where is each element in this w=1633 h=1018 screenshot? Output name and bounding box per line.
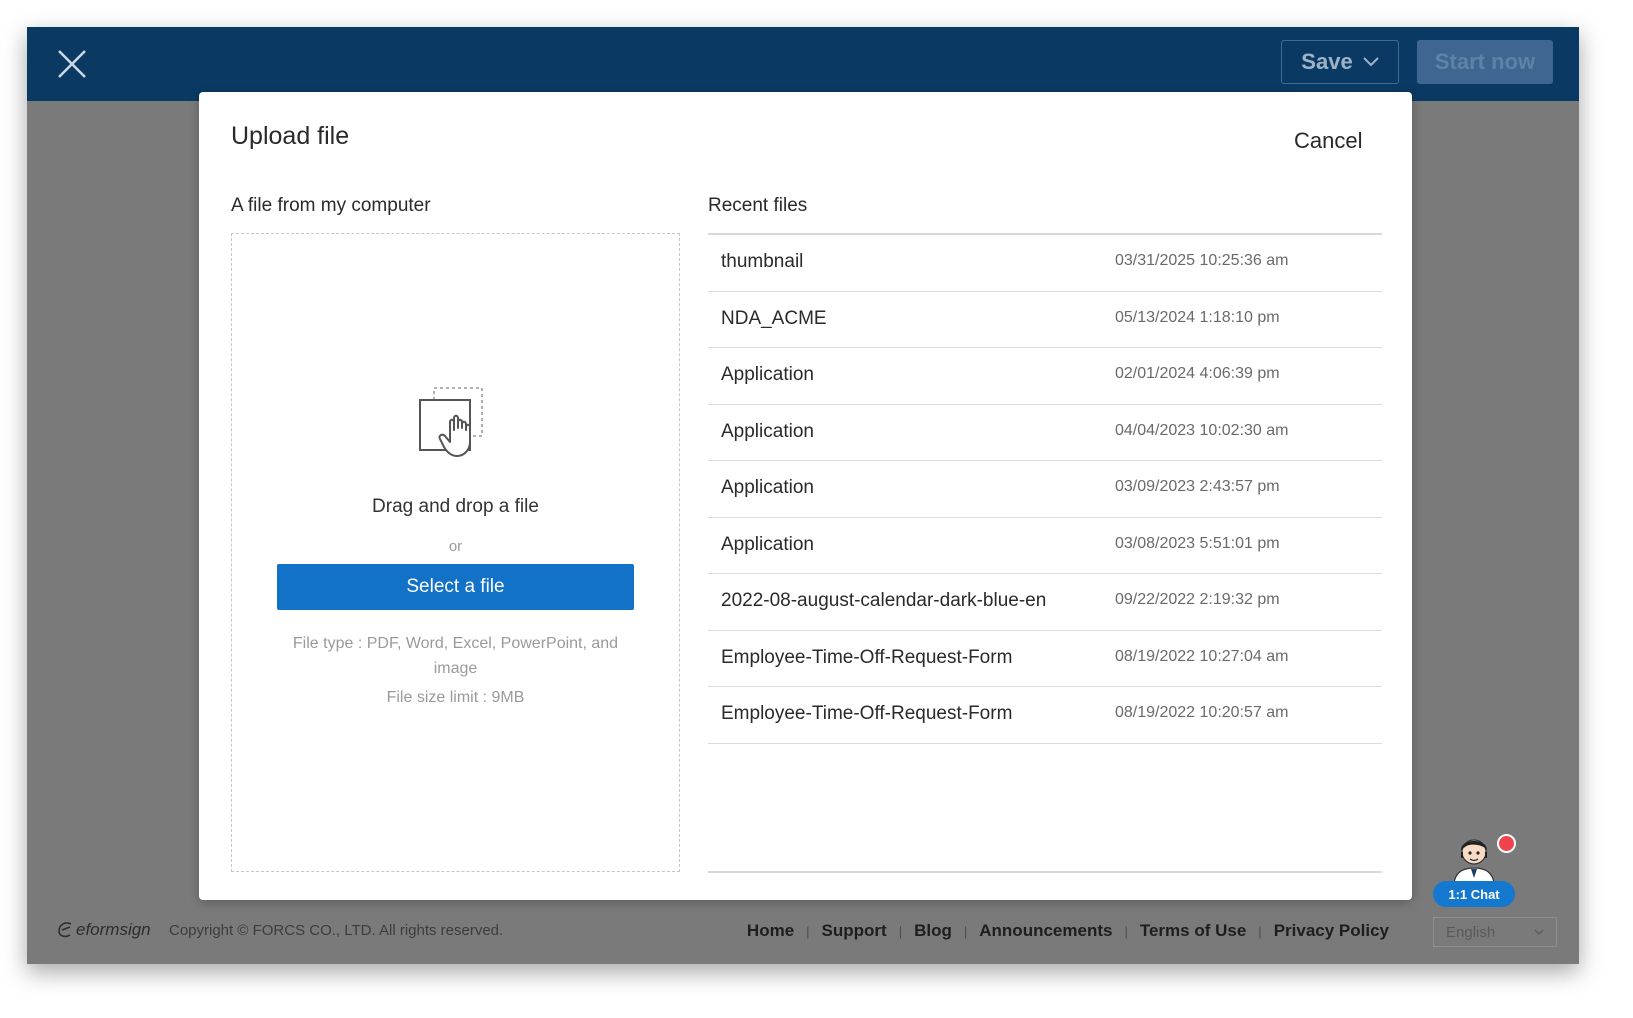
footer-separator: | [963,923,968,939]
save-button-label: Save [1301,49,1353,74]
recent-file-date: 03/09/2023 2:43:57 pm [1115,478,1280,495]
recent-file-name: Employee-Time-Off-Request-Form [721,703,1013,724]
recent-file-name: Application [721,477,814,498]
footer-separator: | [1124,923,1128,939]
file-dropzone[interactable]: Drag and drop a file or Select a file Fi… [231,233,680,872]
recent-file-date: 03/31/2025 10:25:36 am [1115,252,1289,269]
footer-link-announcements[interactable]: Announcements [979,921,1112,941]
footer-separator: | [806,923,810,939]
recent-file-name: NDA_ACME [721,307,827,329]
recent-files-list: thumbnail 03/31/2025 10:25:36 am NDA_ACM… [708,233,1382,873]
recent-file-name: Application [721,364,814,385]
recent-file-date: 03/08/2023 5:51:01 pm [1115,534,1280,552]
recent-file-date: 04/04/2023 10:02:30 am [1115,421,1289,439]
recent-file-row[interactable]: Application 02/01/2024 4:06:39 pm [708,348,1382,405]
footer-separator: | [898,923,903,939]
footer-link-terms[interactable]: Terms of Use [1140,921,1246,941]
footer-logo: eformsign [57,920,151,940]
start-now-button[interactable]: Start now [1417,40,1553,84]
chat-notification-dot [1497,834,1516,853]
recent-file-row[interactable]: Employee-Time-Off-Request-Form 08/19/202… [708,687,1382,744]
drag-drop-text: Drag and drop a file [372,496,539,517]
footer-link-support[interactable]: Support [822,921,887,941]
recent-file-name: Application [721,420,814,442]
recent-file-name: thumbnail [721,251,804,272]
top-bar: Save Start now [27,27,1579,101]
drag-drop-hand-icon [419,387,483,457]
footer-separator: | [1258,923,1262,939]
local-file-heading: A file from my computer [231,195,431,216]
footer-links: Home | Support | Blog | Announcements | … [747,921,1389,941]
recent-file-row[interactable]: NDA_ACME 05/13/2024 1:18:10 pm [708,292,1382,348]
recent-files-heading: Recent files [708,195,808,216]
footer-logo-text: eformsign [76,920,151,939]
recent-file-name: 2022-08-august-calendar-dark-blue-en [721,590,1047,611]
file-type-hint: File type : PDF, Word, Excel, PowerPoint… [292,635,619,677]
file-size-hint: File size limit : 9MB [386,689,525,706]
start-now-label: Start now [1434,49,1536,74]
save-button[interactable]: Save [1281,40,1399,84]
cancel-button[interactable]: Cancel [1294,128,1362,154]
chat-agent-avatar-icon [1453,839,1495,884]
chevron-down-icon [1362,57,1379,67]
recent-file-date: 05/13/2024 1:18:10 pm [1115,308,1280,326]
recent-file-row[interactable]: 2022-08-august-calendar-dark-blue-en 09/… [708,574,1382,631]
recent-file-date: 02/01/2024 4:06:39 pm [1115,365,1280,382]
chat-label: 1:1 Chat [1433,881,1515,907]
footer-link-blog[interactable]: Blog [914,921,952,941]
select-file-button[interactable]: Select a file [277,564,634,610]
upload-file-dialog: Upload file Cancel A file from my comput… [199,92,1412,900]
eformsign-logo-icon [58,922,72,938]
recent-file-date: 08/19/2022 10:20:57 am [1115,704,1289,721]
chat-widget[interactable]: 1:1 Chat [1433,832,1523,922]
recent-file-date: 09/22/2022 2:19:32 pm [1115,591,1280,608]
recent-file-name: Application [721,533,814,555]
footer-link-privacy[interactable]: Privacy Policy [1274,921,1389,941]
footer-link-home[interactable]: Home [747,921,794,941]
recent-file-row[interactable]: Application 03/08/2023 5:51:01 pm [708,518,1382,574]
dialog-title: Upload file [231,122,350,150]
recent-file-date: 08/19/2022 10:27:04 am [1115,647,1289,665]
or-text: or [448,538,463,555]
recent-file-row[interactable]: Application 03/09/2023 2:43:57 pm [708,461,1382,518]
footer-copyright: Copyright © FORCS CO., LTD. All rights r… [169,922,504,939]
recent-file-row[interactable]: Application 04/04/2023 10:02:30 am [708,405,1382,461]
recent-file-name: Employee-Time-Off-Request-Form [721,646,1013,668]
recent-file-row[interactable]: Employee-Time-Off-Request-Form 08/19/202… [708,631,1382,687]
chevron-down-icon [1534,929,1544,935]
close-icon[interactable] [55,47,89,81]
language-select-value: English [1446,923,1496,941]
recent-file-row[interactable]: thumbnail 03/31/2025 10:25:36 am [708,235,1382,292]
